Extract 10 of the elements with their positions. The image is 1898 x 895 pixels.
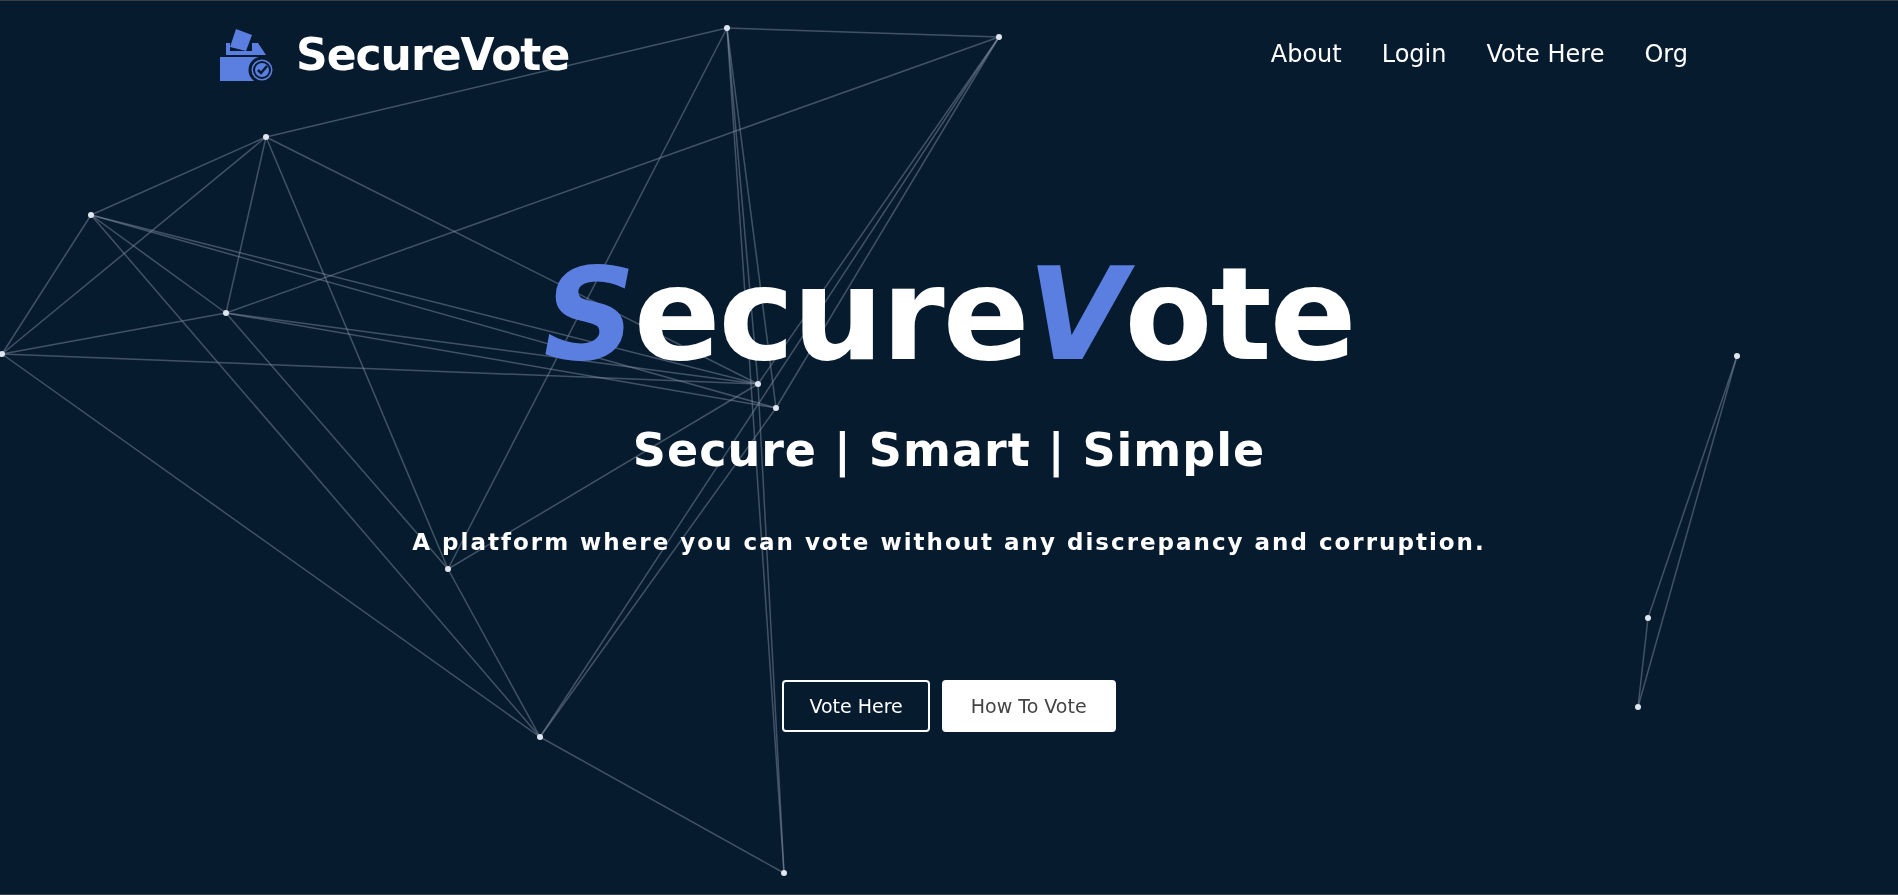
brand-name[interactable]: SecureVote (296, 28, 570, 80)
nav-link[interactable]: Vote Here (1486, 40, 1605, 68)
how-to-vote-button[interactable]: How To Vote (941, 680, 1116, 732)
hero-title: SecureVote (543, 251, 1355, 379)
nav-link[interactable]: Org (1644, 40, 1688, 68)
hero-tagline: A platform where you can vote without any discrepancy and corruption. (412, 529, 1486, 555)
nav-link[interactable]: About (1270, 40, 1342, 68)
nav-link[interactable]: Login (1381, 40, 1447, 68)
vote-here-button[interactable]: Vote Here (782, 680, 930, 732)
hero-subtitle: Secure | Smart | Simple (632, 423, 1266, 477)
